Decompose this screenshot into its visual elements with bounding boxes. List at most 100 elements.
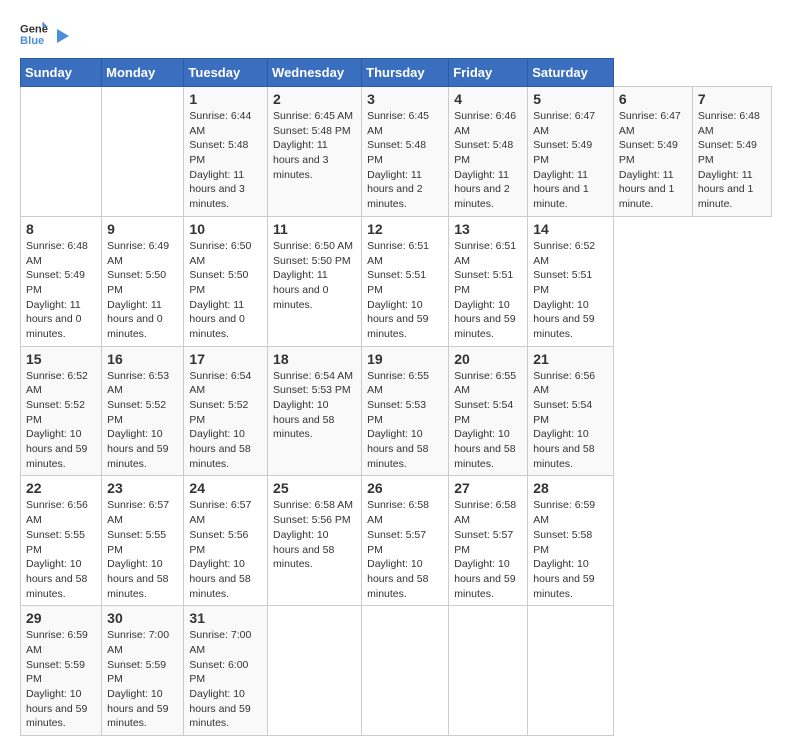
day-cell-20: 20 Sunrise: 6:55 AMSunset: 5:54 PMDayligh… — [449, 346, 528, 476]
calendar-header: SundayMondayTuesdayWednesdayThursdayFrid… — [21, 59, 772, 87]
header-cell-wednesday: Wednesday — [268, 59, 362, 87]
day-cell-22: 22 Sunrise: 6:56 AMSunset: 5:55 PMDayligh… — [21, 476, 102, 606]
day-cell-9: 9Sunrise: 6:49 AMSunset: 5:50 PMDaylight… — [102, 216, 184, 346]
day-info: Sunrise: 6:46 AMSunset: 5:48 PMDaylight:… — [454, 109, 522, 212]
day-number: 13 — [454, 221, 522, 237]
day-number: 21 — [533, 351, 608, 367]
day-number: 10 — [189, 221, 262, 237]
day-info: Sunrise: 6:47 AMSunset: 5:49 PMDaylight:… — [619, 109, 687, 212]
day-cell-19: 19Sunrise: 6:55 AMSunset: 5:53 PMDayligh… — [362, 346, 449, 476]
day-number: 30 — [107, 610, 178, 626]
day-cell-8: 8 Sunrise: 6:48 AMSunset: 5:49 PMDaylight… — [21, 216, 102, 346]
day-info: Sunrise: 6:54 AMSunset: 5:52 PMDaylight:… — [189, 369, 262, 472]
day-cell-15: 15 Sunrise: 6:52 AMSunset: 5:52 PMDayligh… — [21, 346, 102, 476]
day-number: 19 — [367, 351, 443, 367]
day-info: Sunrise: 6:45 AMSunset: 5:48 PMDaylight:… — [367, 109, 443, 212]
day-info: Sunrise: 6:57 AMSunset: 5:55 PMDaylight:… — [107, 498, 178, 601]
empty-cell — [21, 87, 102, 217]
day-cell-4: 4 Sunrise: 6:46 AMSunset: 5:48 PMDaylight… — [449, 87, 528, 217]
header-row: SundayMondayTuesdayWednesdayThursdayFrid… — [21, 59, 772, 87]
day-number: 23 — [107, 480, 178, 496]
day-cell-21: 21 Sunrise: 6:56 AMSunset: 5:54 PMDayligh… — [528, 346, 614, 476]
day-info: Sunrise: 6:48 AMSunset: 5:49 PMDaylight:… — [698, 109, 766, 212]
day-info: Sunrise: 6:54 AMSunset: 5:53 PMDaylight:… — [273, 369, 356, 442]
day-number: 4 — [454, 91, 522, 107]
logo-icon: General Blue — [20, 20, 48, 48]
header-cell-thursday: Thursday — [362, 59, 449, 87]
week-row-4: 22 Sunrise: 6:56 AMSunset: 5:55 PMDayligh… — [21, 476, 772, 606]
day-info: Sunrise: 6:51 AMSunset: 5:51 PMDaylight:… — [367, 239, 443, 342]
day-cell-18: 18Sunrise: 6:54 AMSunset: 5:53 PMDayligh… — [268, 346, 362, 476]
day-info: Sunrise: 6:57 AMSunset: 5:56 PMDaylight:… — [189, 498, 262, 601]
empty-cell — [102, 87, 184, 217]
day-cell-28: 28 Sunrise: 6:59 AMSunset: 5:58 PMDayligh… — [528, 476, 614, 606]
day-cell-11: 11 Sunrise: 6:50 AMSunset: 5:50 PMDayligh… — [268, 216, 362, 346]
header-cell-sunday: Sunday — [21, 59, 102, 87]
day-number: 5 — [533, 91, 608, 107]
day-cell-13: 13 Sunrise: 6:51 AMSunset: 5:51 PMDayligh… — [449, 216, 528, 346]
day-cell-7: 7 Sunrise: 6:48 AMSunset: 5:49 PMDaylight… — [692, 87, 771, 217]
header-cell-monday: Monday — [102, 59, 184, 87]
day-number: 3 — [367, 91, 443, 107]
day-info: Sunrise: 6:56 AMSunset: 5:55 PMDaylight:… — [26, 498, 96, 601]
logo-arrow-icon — [53, 27, 71, 45]
day-info: Sunrise: 6:56 AMSunset: 5:54 PMDaylight:… — [533, 369, 608, 472]
day-number: 28 — [533, 480, 608, 496]
day-cell-30: 30 Sunrise: 7:00 AMSunset: 5:59 PMDayligh… — [102, 606, 184, 736]
header-cell-tuesday: Tuesday — [184, 59, 268, 87]
day-cell-23: 23 Sunrise: 6:57 AMSunset: 5:55 PMDayligh… — [102, 476, 184, 606]
day-info: Sunrise: 6:52 AMSunset: 5:52 PMDaylight:… — [26, 369, 96, 472]
calendar-body: 1 Sunrise: 6:44 AMSunset: 5:48 PMDaylight… — [21, 87, 772, 736]
day-number: 15 — [26, 351, 96, 367]
day-cell-17: 17 Sunrise: 6:54 AMSunset: 5:52 PMDayligh… — [184, 346, 268, 476]
day-cell-2: 2 Sunrise: 6:45 AMSunset: 5:48 PMDaylight… — [268, 87, 362, 217]
header-cell-friday: Friday — [449, 59, 528, 87]
day-info: Sunrise: 6:44 AMSunset: 5:48 PMDaylight:… — [189, 109, 262, 212]
empty-cell — [362, 606, 449, 736]
day-info: Sunrise: 6:48 AMSunset: 5:49 PMDaylight:… — [26, 239, 96, 342]
day-number: 29 — [26, 610, 96, 626]
day-number: 24 — [189, 480, 262, 496]
day-info: Sunrise: 6:45 AMSunset: 5:48 PMDaylight:… — [273, 109, 356, 182]
day-info: Sunrise: 7:00 AMSunset: 6:00 PMDaylight:… — [189, 628, 262, 731]
day-number: 6 — [619, 91, 687, 107]
day-info: Sunrise: 6:50 AMSunset: 5:50 PMDaylight:… — [273, 239, 356, 312]
empty-cell — [449, 606, 528, 736]
day-number: 11 — [273, 221, 356, 237]
day-info: Sunrise: 6:58 AMSunset: 5:56 PMDaylight:… — [273, 498, 356, 571]
day-info: Sunrise: 6:47 AMSunset: 5:49 PMDaylight:… — [533, 109, 608, 212]
day-cell-29: 29Sunrise: 6:59 AMSunset: 5:59 PMDayligh… — [21, 606, 102, 736]
day-cell-27: 27Sunrise: 6:58 AMSunset: 5:57 PMDayligh… — [449, 476, 528, 606]
day-number: 26 — [367, 480, 443, 496]
day-number: 1 — [189, 91, 262, 107]
day-number: 8 — [26, 221, 96, 237]
week-row-3: 15 Sunrise: 6:52 AMSunset: 5:52 PMDayligh… — [21, 346, 772, 476]
header-cell-saturday: Saturday — [528, 59, 614, 87]
day-info: Sunrise: 6:51 AMSunset: 5:51 PMDaylight:… — [454, 239, 522, 342]
day-number: 12 — [367, 221, 443, 237]
week-row-2: 8 Sunrise: 6:48 AMSunset: 5:49 PMDaylight… — [21, 216, 772, 346]
day-number: 2 — [273, 91, 356, 107]
day-number: 20 — [454, 351, 522, 367]
day-cell-6: 6 Sunrise: 6:47 AMSunset: 5:49 PMDaylight… — [613, 87, 692, 217]
day-cell-10: 10Sunrise: 6:50 AMSunset: 5:50 PMDayligh… — [184, 216, 268, 346]
day-info: Sunrise: 7:00 AMSunset: 5:59 PMDaylight:… — [107, 628, 178, 731]
day-number: 25 — [273, 480, 356, 496]
day-cell-25: 25 Sunrise: 6:58 AMSunset: 5:56 PMDayligh… — [268, 476, 362, 606]
day-cell-24: 24 Sunrise: 6:57 AMSunset: 5:56 PMDayligh… — [184, 476, 268, 606]
empty-cell — [268, 606, 362, 736]
svg-text:Blue: Blue — [20, 35, 44, 47]
day-number: 22 — [26, 480, 96, 496]
day-info: Sunrise: 6:52 AMSunset: 5:51 PMDaylight:… — [533, 239, 608, 342]
day-number: 9 — [107, 221, 178, 237]
day-info: Sunrise: 6:55 AMSunset: 5:54 PMDaylight:… — [454, 369, 522, 472]
day-cell-14: 14 Sunrise: 6:52 AMSunset: 5:51 PMDayligh… — [528, 216, 614, 346]
day-number: 14 — [533, 221, 608, 237]
day-info: Sunrise: 6:59 AMSunset: 5:58 PMDaylight:… — [533, 498, 608, 601]
day-number: 17 — [189, 351, 262, 367]
day-number: 27 — [454, 480, 522, 496]
logo: General Blue — [20, 20, 72, 48]
page-header: General Blue — [20, 20, 772, 48]
day-cell-12: 12 Sunrise: 6:51 AMSunset: 5:51 PMDayligh… — [362, 216, 449, 346]
day-number: 7 — [698, 91, 766, 107]
